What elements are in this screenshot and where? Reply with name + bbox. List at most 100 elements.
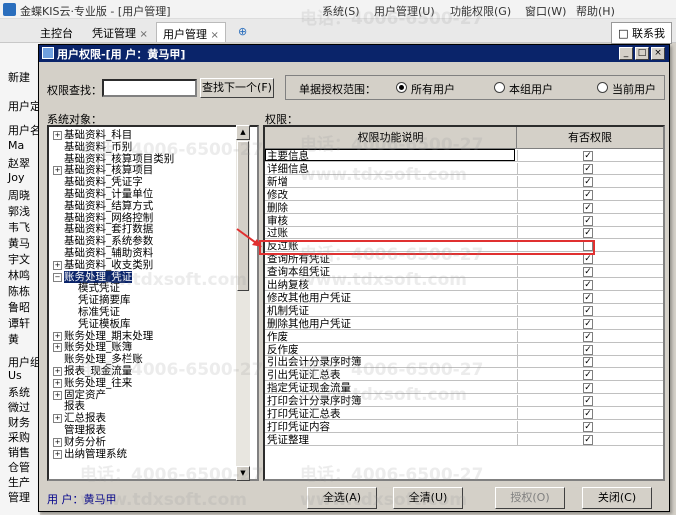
tree-item[interactable]: + 出纳管理系统 [53,448,127,460]
minimize-icon[interactable]: _ [619,47,633,60]
tree-item[interactable]: + 账务处理_账簿 [53,341,132,353]
select-all-button[interactable]: 全选(A) [307,487,377,509]
expand-icon[interactable]: + [53,343,62,353]
expand-icon[interactable]: + [53,437,62,447]
tree-item[interactable]: 基础资料_凭证字 [53,176,143,188]
tree-item[interactable]: + 汇总报表 [53,412,106,424]
tab-main-console[interactable]: 主控台 [34,22,79,42]
find-next-button[interactable]: 查找下一个(F) [200,78,274,98]
permission-checkbox[interactable]: ✓ [583,409,593,419]
permission-row[interactable]: 反作废 ✓ [265,343,663,356]
permission-checkbox[interactable]: ✓ [583,357,593,368]
clear-all-button[interactable]: 全清(U) [393,487,463,509]
permission-row[interactable]: 删除 ✓ [265,201,663,214]
permission-checkbox[interactable]: ✓ [583,434,593,445]
permission-row[interactable]: 引出凭证汇总表 ✓ [265,369,663,382]
permission-row[interactable]: 打印凭证内容 ✓ [265,420,663,433]
expand-icon[interactable]: + [53,414,62,424]
permission-checkbox[interactable]: ✓ [583,344,593,355]
permission-row[interactable]: 审核 ✓ [265,214,663,227]
permission-row[interactable]: 查询本组凭证 ✓ [265,266,663,279]
permission-checkbox[interactable]: ✓ [583,305,593,316]
contact-button[interactable]: □ 联系我 [611,22,672,44]
expand-icon[interactable]: + [53,166,62,176]
menu-system[interactable]: 系统(S) [322,3,360,19]
permission-checkbox[interactable]: ✓ [583,202,593,213]
tree-item[interactable]: + 财务分析 [53,436,106,448]
expand-icon[interactable]: + [53,378,62,388]
permission-row[interactable]: 详细信息 ✓ [265,162,663,175]
maximize-icon[interactable]: □ [635,47,649,60]
expand-icon[interactable]: + [53,367,62,376]
tree-item[interactable]: 基础资料_币别 [53,141,132,153]
menu-user-management[interactable]: 用户管理(U) [374,3,435,19]
permission-row[interactable]: 新增 ✓ [265,175,663,188]
add-tab-icon[interactable]: ⊕ [232,22,253,42]
tree-item[interactable]: 凭证摘要库 [67,294,131,306]
tree-item[interactable]: 基础资料_套打数据 [53,223,153,235]
permission-checkbox[interactable]: ✓ [583,163,593,174]
permission-checkbox[interactable]: ✓ [583,280,593,290]
scroll-down-icon[interactable]: ▼ [236,466,250,481]
tree-item[interactable]: + 基础资料_收支类别 [53,259,153,271]
tree-item[interactable]: + 固定资产 [53,389,106,401]
collapse-icon[interactable]: − [53,272,62,282]
permission-checkbox[interactable]: ✓ [583,421,593,432]
permission-checkbox[interactable]: ✓ [583,254,593,265]
system-object-tree[interactable]: + 基础资料_科目 基础资料_币别 基础资料_核算项目类别 + 基础资料_核算项目 基础资料… [47,125,259,481]
radio-current-user[interactable] [597,82,608,93]
tree-item[interactable]: 基础资料_辅助资料 [53,247,153,259]
permission-search-input[interactable] [102,79,197,97]
permission-checkbox[interactable]: ✓ [583,292,593,303]
tree-item[interactable]: + 报表_现金流量 [53,365,132,377]
permission-row[interactable]: 打印会计分录序时簿 ✓ [265,395,663,408]
permission-checkbox[interactable]: ✓ [583,267,593,278]
tree-item[interactable]: − 账务处理_凭证 [53,270,133,283]
expand-icon[interactable]: + [53,260,62,270]
tree-item[interactable]: + 账务处理_往来 [53,377,132,389]
permission-checkbox[interactable]: ✓ [583,215,593,226]
radio-group-users[interactable] [494,82,505,93]
tree-item[interactable]: 账务处理_多栏账 [53,353,143,365]
expand-icon[interactable]: + [53,331,62,341]
tree-item[interactable]: 基础资料_结算方式 [53,200,153,212]
permission-row[interactable]: 引出会计分录序时簿 ✓ [265,356,663,369]
permission-checkbox[interactable]: ✓ [583,396,593,407]
permission-row[interactable]: 指定凭证现金流量 ✓ [265,382,663,395]
close-icon[interactable]: × [140,29,148,40]
permission-checkbox[interactable]: ✓ [583,151,593,161]
tree-item[interactable]: 标准凭证 [67,306,120,318]
permission-row[interactable]: 删除其他用户凭证 ✓ [265,317,663,330]
menu-window[interactable]: 窗口(W) [525,3,566,19]
authorize-button[interactable]: 授权(O) [495,487,565,509]
radio-all-users[interactable] [396,82,407,93]
expand-icon[interactable]: + [53,131,62,140]
tree-item[interactable]: 基础资料_核算项目类别 [53,153,174,165]
expand-icon[interactable]: + [53,449,62,459]
column-header-has-permission[interactable]: 有否权限 [517,127,663,149]
tree-item[interactable]: 模式凭证 [67,282,120,294]
menu-help[interactable]: 帮助(H) [576,3,615,19]
tree-item[interactable]: 管理报表 [53,424,106,436]
permission-row[interactable]: 打印凭证汇总表 ✓ [265,408,663,420]
permission-row[interactable]: 出纳复核 ✓ [265,279,663,291]
tree-item[interactable]: 基础资料_网络控制 [53,212,153,224]
tree-item[interactable]: + 基础资料_核算项目 [53,164,153,176]
permission-checkbox[interactable]: ✓ [583,370,593,381]
tab-user-management[interactable]: 用户管理 × [156,22,226,42]
permission-checkbox[interactable]: ✓ [583,383,593,394]
expand-icon[interactable]: + [53,390,62,400]
permission-row[interactable]: 修改 ✓ [265,188,663,201]
permission-checkbox[interactable]: ✓ [583,228,593,239]
close-icon[interactable]: × [211,30,219,41]
tree-item[interactable]: 基础资料_计量单位 [53,188,153,200]
tree-item[interactable]: + 基础资料_科目 [53,129,132,141]
permission-row[interactable]: 过账 ✓ [265,227,663,240]
close-icon[interactable]: × [651,47,665,60]
permission-row[interactable]: 机制凭证 ✓ [265,304,663,317]
scroll-up-icon[interactable]: ▲ [236,125,250,140]
menu-function-permission[interactable]: 功能权限(G) [450,3,511,19]
tab-voucher-management[interactable]: 凭证管理 × [86,22,154,42]
permission-row[interactable]: 修改其他用户凭证 ✓ [265,291,663,304]
permission-row[interactable]: 作废 ✓ [265,330,663,343]
